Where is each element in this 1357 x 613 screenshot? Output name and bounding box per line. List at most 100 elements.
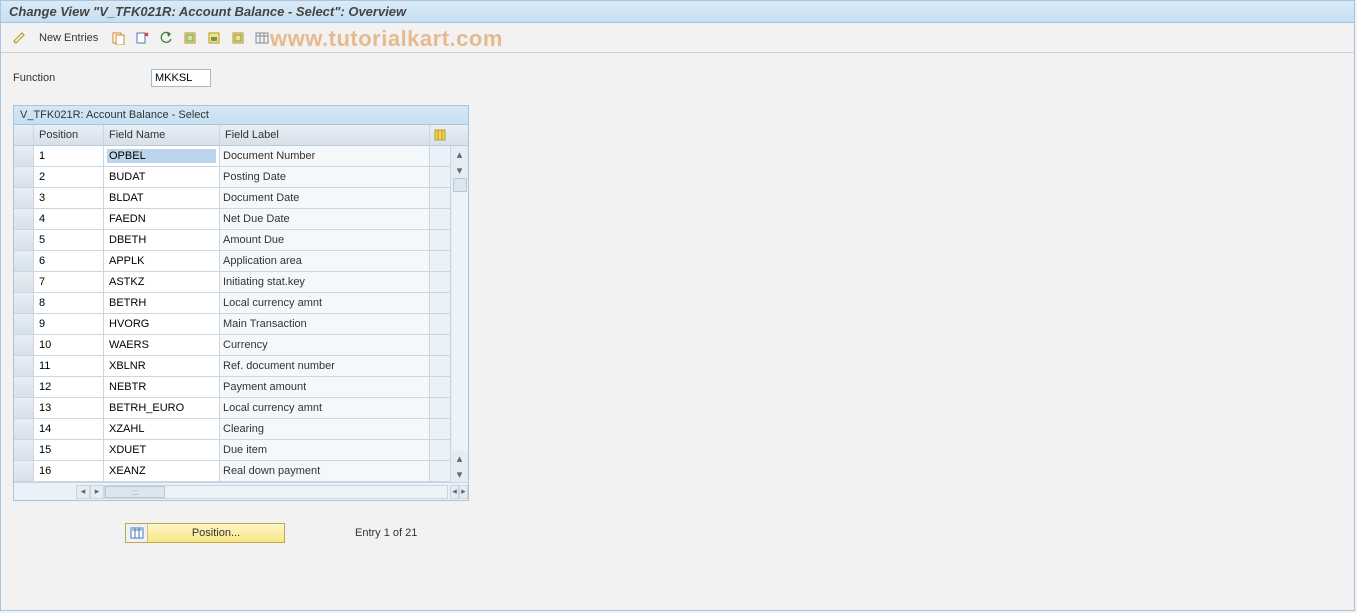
hscroll-left-icon[interactable]: ◂ [76,485,90,499]
column-position[interactable]: Position [34,125,104,145]
fieldname-input[interactable] [107,275,216,289]
cell-position[interactable] [34,335,104,355]
fieldname-input[interactable] [107,317,216,331]
position-input[interactable] [37,317,100,331]
row-selector[interactable] [14,167,34,187]
cell-position[interactable] [34,314,104,334]
position-input[interactable] [37,233,100,247]
cell-fieldname[interactable] [104,230,220,250]
fieldname-input[interactable] [107,149,216,163]
cell-position[interactable] [34,230,104,250]
cell-fieldname[interactable] [104,209,220,229]
table-settings-icon[interactable] [252,28,272,48]
row-selector[interactable] [14,314,34,334]
fieldname-input[interactable] [107,170,216,184]
cell-fieldname[interactable] [104,356,220,376]
row-selector[interactable] [14,335,34,355]
fieldname-input[interactable] [107,212,216,226]
position-input[interactable] [37,422,100,436]
cell-position[interactable] [34,272,104,292]
vscroll-track[interactable] [452,178,468,450]
row-selector[interactable] [14,251,34,271]
cell-position[interactable] [34,419,104,439]
vertical-scrollbar[interactable]: ▴ ▾ ▴ ▾ [450,146,468,482]
hscroll-thumb[interactable]: ::: [105,486,165,498]
row-selector[interactable] [14,188,34,208]
row-selector[interactable] [14,209,34,229]
cell-fieldname[interactable] [104,461,220,481]
deselect-all-icon[interactable] [228,28,248,48]
fieldname-input[interactable] [107,401,216,415]
fieldname-input[interactable] [107,254,216,268]
row-selector[interactable] [14,272,34,292]
scroll-up-icon[interactable]: ▴ [452,146,468,162]
cell-fieldname[interactable] [104,419,220,439]
cell-fieldname[interactable] [104,440,220,460]
cell-fieldname[interactable] [104,146,220,166]
position-input[interactable] [37,296,100,310]
cell-fieldname[interactable] [104,167,220,187]
cell-fieldname[interactable] [104,188,220,208]
copy-as-icon[interactable] [108,28,128,48]
position-input[interactable] [37,191,100,205]
cell-fieldname[interactable] [104,335,220,355]
cell-position[interactable] [34,461,104,481]
hscroll-left2-icon[interactable]: ◂ [450,485,459,499]
cell-fieldname[interactable] [104,377,220,397]
fieldname-input[interactable] [107,233,216,247]
row-selector[interactable] [14,419,34,439]
fieldname-input[interactable] [107,464,216,478]
scroll-down2-icon[interactable]: ▾ [452,466,468,482]
cell-position[interactable] [34,188,104,208]
cell-fieldname[interactable] [104,251,220,271]
column-fieldname[interactable]: Field Name [104,125,220,145]
fieldname-input[interactable] [107,422,216,436]
undo-icon[interactable] [156,28,176,48]
row-selector[interactable] [14,356,34,376]
row-selector[interactable] [14,377,34,397]
row-selector[interactable] [14,461,34,481]
cell-fieldname[interactable] [104,398,220,418]
hscroll-right-icon[interactable]: ▸ [90,485,104,499]
fieldname-input[interactable] [107,296,216,310]
select-all-column[interactable] [14,125,34,145]
position-input[interactable] [37,254,100,268]
cell-position[interactable] [34,209,104,229]
row-selector[interactable] [14,440,34,460]
hscroll-right2-icon[interactable]: ▸ [459,485,468,499]
select-block-icon[interactable] [204,28,224,48]
fieldname-input[interactable] [107,443,216,457]
position-input[interactable] [37,380,100,394]
fieldname-input[interactable] [107,191,216,205]
position-input[interactable] [37,275,100,289]
scroll-up2-icon[interactable]: ▴ [452,450,468,466]
cell-fieldname[interactable] [104,293,220,313]
select-all-icon[interactable] [180,28,200,48]
cell-position[interactable] [34,146,104,166]
position-input[interactable] [37,212,100,226]
cell-position[interactable] [34,167,104,187]
row-selector[interactable] [14,146,34,166]
position-input[interactable] [37,170,100,184]
configure-columns-icon[interactable] [430,125,450,145]
column-fieldlabel[interactable]: Field Label [220,125,430,145]
cell-fieldname[interactable] [104,272,220,292]
fieldname-input[interactable] [107,359,216,373]
position-input[interactable] [37,464,100,478]
scroll-down-icon[interactable]: ▾ [452,162,468,178]
cell-position[interactable] [34,440,104,460]
position-input[interactable] [37,359,100,373]
row-selector[interactable] [14,230,34,250]
function-input[interactable] [151,69,211,87]
row-selector[interactable] [14,398,34,418]
hscroll-track[interactable]: ::: [104,485,448,499]
vscroll-thumb[interactable] [453,178,467,192]
cell-fieldname[interactable] [104,314,220,334]
cell-position[interactable] [34,293,104,313]
fieldname-input[interactable] [107,338,216,352]
fieldname-input[interactable] [107,380,216,394]
position-input[interactable] [37,149,100,163]
new-entries-button[interactable]: New Entries [33,30,104,46]
position-button[interactable]: Position... [125,523,285,543]
position-input[interactable] [37,443,100,457]
